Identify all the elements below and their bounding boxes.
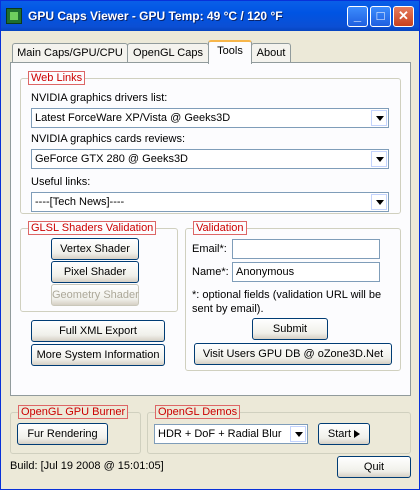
glsl-validation-group: GLSL Shaders Validation Vertex Shader Pi…	[20, 221, 178, 312]
start-demo-button[interactable]: Start	[318, 423, 370, 445]
tools-panel: Web Links NVIDIA graphics drivers list: …	[10, 62, 411, 396]
optional-fields-note: *: optional fields (validation URL will …	[192, 289, 382, 315]
chevron-down-icon[interactable]	[371, 110, 387, 126]
app-icon	[6, 8, 22, 24]
more-system-info-button[interactable]: More System Information	[31, 344, 165, 366]
demo-select[interactable]: HDR + DoF + Radial Blur	[154, 424, 308, 444]
fur-rendering-button[interactable]: Fur Rendering	[17, 423, 108, 445]
opengl-demos-group: OpenGL Demos HDR + DoF + Radial Blur Sta…	[147, 405, 411, 454]
useful-links-label: Useful links:	[31, 176, 91, 188]
name-value: Anonymous	[236, 266, 295, 278]
glsl-validation-title: GLSL Shaders Validation	[28, 221, 157, 235]
build-info: Build: [Jul 19 2008 @ 15:01:05]	[10, 460, 164, 472]
maximize-button[interactable]: □	[370, 6, 391, 27]
drivers-dropdown[interactable]: Latest ForceWare XP/Vista @ Geeks3D	[31, 108, 389, 128]
drivers-value: Latest ForceWare XP/Vista @ Geeks3D	[35, 112, 231, 124]
tab-opengl-caps[interactable]: OpenGL Caps	[127, 43, 209, 63]
chevron-down-icon[interactable]	[371, 151, 387, 167]
web-links-group: Web Links NVIDIA graphics drivers list: …	[20, 71, 401, 214]
validation-group: Validation Email*: Name*: Anonymous *: o…	[185, 221, 401, 371]
start-label: Start	[327, 428, 352, 440]
email-label: Email*:	[192, 243, 227, 255]
name-label: Name*:	[192, 266, 229, 278]
geometry-shader-button[interactable]: Geometry Shader	[51, 284, 139, 306]
chevron-down-icon[interactable]	[290, 426, 306, 442]
validation-title: Validation	[193, 221, 247, 235]
full-xml-export-button[interactable]: Full XML Export	[31, 320, 165, 342]
reviews-dropdown[interactable]: GeForce GTX 280 @ Geeks3D	[31, 149, 389, 169]
reviews-label: NVIDIA graphics cards reviews:	[31, 133, 186, 145]
vertex-shader-button[interactable]: Vertex Shader	[51, 238, 139, 260]
minimize-button[interactable]: _	[347, 6, 368, 27]
tab-about[interactable]: About	[251, 43, 291, 63]
drivers-label: NVIDIA graphics drivers list:	[31, 92, 168, 104]
close-button[interactable]: ✕	[393, 6, 414, 27]
window-title: GPU Caps Viewer - GPU Temp: 49 °C / 120 …	[28, 9, 283, 23]
email-field[interactable]	[232, 239, 380, 259]
useful-links-dropdown[interactable]: ----[Tech News]----	[31, 192, 389, 212]
submit-button[interactable]: Submit	[252, 318, 328, 340]
app-window: GPU Caps Viewer - GPU Temp: 49 °C / 120 …	[0, 0, 420, 490]
demo-selected-value: HDR + DoF + Radial Blur	[158, 428, 282, 440]
tab-tools[interactable]: Tools	[208, 40, 252, 64]
gpu-burner-title: OpenGL GPU Burner	[18, 405, 129, 419]
name-field[interactable]: Anonymous	[232, 262, 380, 282]
gpu-burner-group: OpenGL GPU Burner Fur Rendering	[10, 405, 141, 454]
title-bar[interactable]: GPU Caps Viewer - GPU Temp: 49 °C / 120 …	[1, 1, 419, 31]
play-icon	[354, 430, 361, 439]
quit-button[interactable]: Quit	[337, 456, 411, 478]
web-links-title: Web Links	[28, 71, 86, 85]
tab-main-caps[interactable]: Main Caps/GPU/CPU	[12, 43, 128, 63]
chevron-down-icon[interactable]	[371, 194, 387, 210]
useful-links-value: ----[Tech News]----	[35, 196, 125, 208]
opengl-demos-title: OpenGL Demos	[155, 405, 241, 419]
reviews-value: GeForce GTX 280 @ Geeks3D	[35, 153, 189, 165]
visit-users-gpu-db-button[interactable]: Visit Users GPU DB @ oZone3D.Net	[194, 343, 392, 365]
pixel-shader-button[interactable]: Pixel Shader	[51, 261, 139, 283]
